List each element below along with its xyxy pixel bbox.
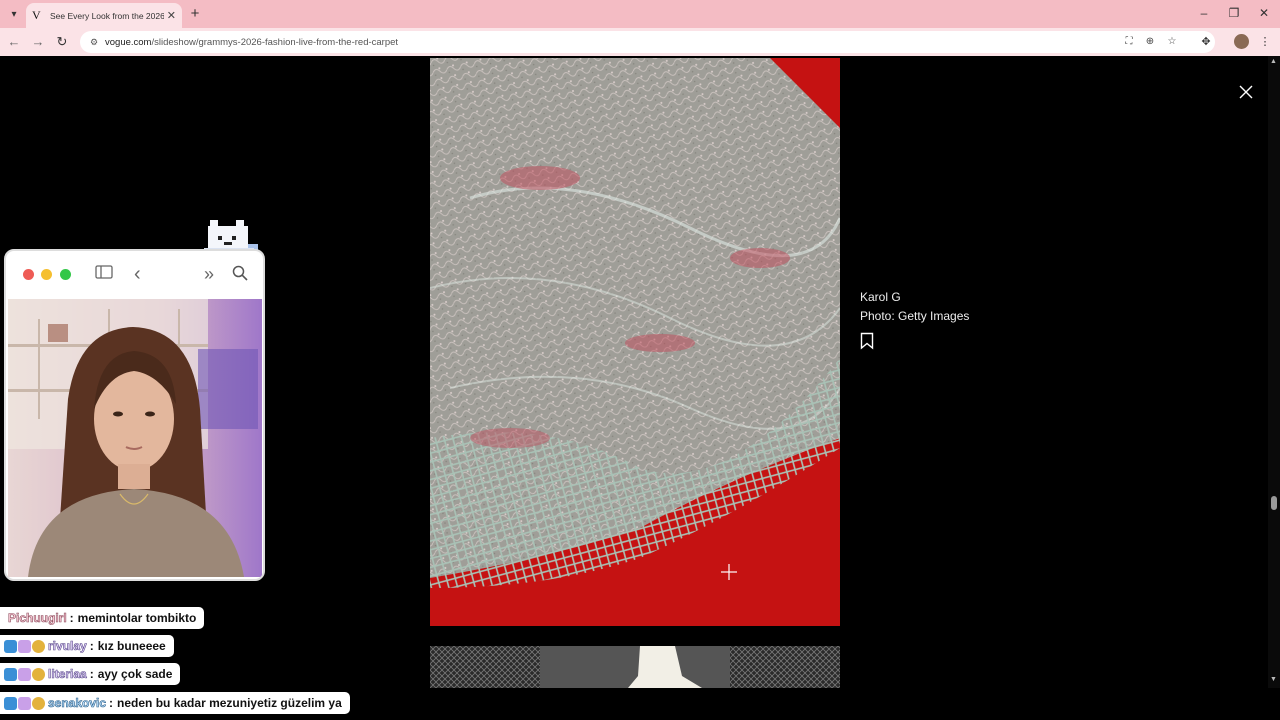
tab-title: See Every Look from the 2026 Grammys (50, 10, 164, 21)
reload-icon[interactable]: ↻ (53, 33, 71, 51)
sparkle-badge-icon (18, 696, 31, 710)
minimize-icon[interactable]: – (1190, 4, 1218, 22)
chat-message: rivulay : kız buneeee (0, 635, 174, 657)
gift-badge-icon (32, 667, 45, 681)
chat-text: kız buneeee (97, 639, 166, 653)
chat-text: neden bu kadar mezuniyetiz güzelim ya (117, 696, 342, 710)
next-slide-image (430, 646, 840, 688)
chat-text: memintolar tombikto (77, 611, 197, 625)
close-icon (1239, 85, 1253, 99)
chat-username[interactable]: senakovic (48, 696, 107, 711)
tab-strip: ▾ V See Every Look from the 2026 Grammys… (0, 0, 1280, 28)
vogue-favicon-icon: V (32, 8, 41, 22)
chat-username[interactable]: Pichuugirl (8, 611, 67, 626)
chat-username[interactable]: literiaa (48, 667, 87, 682)
extensions-icon[interactable]: ✥ (1197, 33, 1215, 51)
restore-icon[interactable]: ❐ (1220, 4, 1248, 22)
zoom-dot-icon[interactable] (60, 269, 71, 280)
gift-badge-icon (32, 696, 45, 710)
scroll-thumb[interactable] (1271, 496, 1277, 510)
sub-badge-icon (4, 696, 17, 710)
chat-message: senakovic : neden bu kadar mezuniyetiz g… (0, 692, 350, 714)
streamer-webcam-image (8, 299, 262, 577)
chat-text: ayy çok sade (97, 667, 173, 681)
sparkle-badge-icon (18, 667, 31, 681)
bookmark-star-icon[interactable]: ☆ (1163, 34, 1181, 50)
sidebar-icon[interactable] (95, 265, 113, 284)
chat-username[interactable]: rivulay (48, 639, 87, 654)
next-slide-photo[interactable] (430, 646, 840, 688)
photo-caption: Karol G Photo: Getty Images (860, 288, 969, 326)
minimize-dot-icon[interactable] (41, 269, 52, 280)
window-close-icon[interactable]: ✕ (1250, 4, 1278, 22)
scroll-down-icon[interactable]: ▼ (1270, 676, 1277, 683)
close-dot-icon[interactable] (23, 269, 34, 280)
address-bar[interactable]: ⚙ vogue.com/slideshow/grammys-2026-fashi… (80, 31, 1215, 53)
forward-icon[interactable]: → (29, 33, 47, 51)
double-chevron-right-icon[interactable]: » (204, 265, 214, 283)
page-scrollbar[interactable]: ▲ ▼ (1268, 56, 1280, 688)
chat-separator: : (109, 696, 114, 710)
site-info-icon[interactable]: ⚙ (83, 37, 105, 48)
tab-search-icon[interactable]: ▾ (5, 5, 23, 23)
chat-badges (4, 639, 45, 653)
webcam-window-titlebar: ‹ » (6, 251, 263, 297)
bookmark-icon (860, 332, 874, 350)
sub-badge-icon (4, 639, 17, 653)
active-tab[interactable]: V See Every Look from the 2026 Grammys ✕ (26, 3, 182, 28)
slideshow-photo[interactable] (430, 58, 840, 626)
lace-dress-image (430, 58, 840, 626)
zoom-icon[interactable]: ⊕ (1141, 34, 1159, 50)
close-slideshow-button[interactable] (1236, 82, 1256, 102)
url-text: vogue.com/slideshow/grammys-2026-fashion… (105, 36, 399, 48)
profile-avatar[interactable] (1234, 34, 1249, 49)
chat-badges (4, 667, 45, 681)
chat-badges (4, 696, 45, 710)
scroll-up-icon[interactable]: ▲ (1270, 58, 1277, 65)
webcam-video (8, 299, 262, 577)
chat-separator: : (69, 611, 74, 625)
chevron-left-icon[interactable]: ‹ (134, 264, 141, 284)
search-icon[interactable] (232, 265, 248, 286)
chrome-menu-icon[interactable]: ⋮ (1256, 33, 1274, 51)
save-bookmark-button[interactable] (860, 332, 874, 350)
back-icon[interactable]: ← (5, 33, 23, 51)
caption-name: Karol G (860, 290, 901, 304)
sub-badge-icon (4, 667, 17, 681)
new-tab-icon[interactable]: + (186, 5, 204, 23)
caption-credit: Photo: Getty Images (860, 309, 970, 323)
chat-message: Pichuugirl : memintolar tombikto (0, 607, 205, 629)
tab-close-icon[interactable]: ✕ (167, 9, 176, 22)
chat-message: literiaa : ayy çok sade (0, 663, 181, 685)
gift-badge-icon (32, 639, 45, 653)
translate-icon[interactable]: ⛶ (1120, 34, 1138, 50)
sparkle-badge-icon (18, 639, 31, 653)
chat-separator: : (89, 667, 94, 681)
webcam-overlay-window: ‹ » (4, 249, 265, 581)
chat-separator: : (89, 639, 94, 653)
browser-toolbar: ← → ↻ ⚙ vogue.com/slideshow/grammys-2026… (0, 28, 1280, 56)
